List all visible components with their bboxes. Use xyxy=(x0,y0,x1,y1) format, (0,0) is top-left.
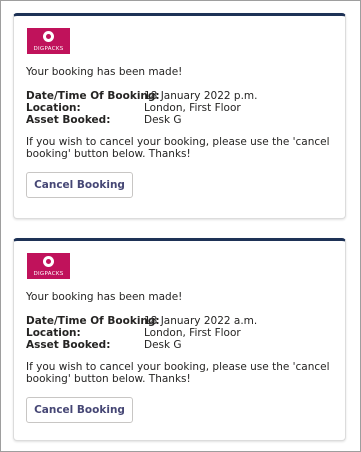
location-label: Location: xyxy=(26,327,81,339)
booking-details: Date/Time Of Booking: 18 January 2022 p.… xyxy=(26,90,333,126)
date-label: Date/Time Of Booking: xyxy=(26,90,160,102)
circle-logo-icon xyxy=(43,31,54,42)
asset-label: Asset Booked: xyxy=(26,114,111,126)
cancel-booking-button[interactable]: Cancel Booking xyxy=(26,172,133,198)
confirmation-message: Your booking has been made! xyxy=(26,291,183,303)
location-row: Location: London, First Floor xyxy=(26,102,333,114)
asset-value: Desk G xyxy=(144,339,182,351)
circle-logo-icon xyxy=(43,256,54,267)
date-row: Date/Time Of Booking: 18 January 2022 a.… xyxy=(26,315,333,327)
cancel-instructions: If you wish to cancel your booking, plea… xyxy=(26,136,330,160)
date-value: 18 January 2022 a.m. xyxy=(144,315,258,327)
company-logo: DIGPACKS xyxy=(27,253,70,279)
company-logo: DIGPACKS xyxy=(27,28,70,54)
cancel-booking-button[interactable]: Cancel Booking xyxy=(26,397,133,423)
asset-row: Asset Booked: Desk G xyxy=(26,114,333,126)
cancel-instructions: If you wish to cancel your booking, plea… xyxy=(26,361,330,385)
date-value: 18 January 2022 p.m. xyxy=(144,90,258,102)
date-row: Date/Time Of Booking: 18 January 2022 p.… xyxy=(26,90,333,102)
location-row: Location: London, First Floor xyxy=(26,327,333,339)
booking-details: Date/Time Of Booking: 18 January 2022 a.… xyxy=(26,315,333,351)
confirmation-message: Your booking has been made! xyxy=(26,66,183,78)
booking-card: DIGPACKS Your booking has been made! Dat… xyxy=(13,238,346,441)
chat-frame: DIGPACKS Your booking has been made! Dat… xyxy=(0,0,361,452)
booking-card: DIGPACKS Your booking has been made! Dat… xyxy=(13,13,346,219)
date-label: Date/Time Of Booking: xyxy=(26,315,160,327)
logo-text: DIGPACKS xyxy=(33,271,64,277)
asset-value: Desk G xyxy=(144,114,182,126)
asset-label: Asset Booked: xyxy=(26,339,111,351)
logo-text: DIGPACKS xyxy=(33,46,64,52)
location-label: Location: xyxy=(26,102,81,114)
location-value: London, First Floor xyxy=(144,102,241,114)
location-value: London, First Floor xyxy=(144,327,241,339)
asset-row: Asset Booked: Desk G xyxy=(26,339,333,351)
